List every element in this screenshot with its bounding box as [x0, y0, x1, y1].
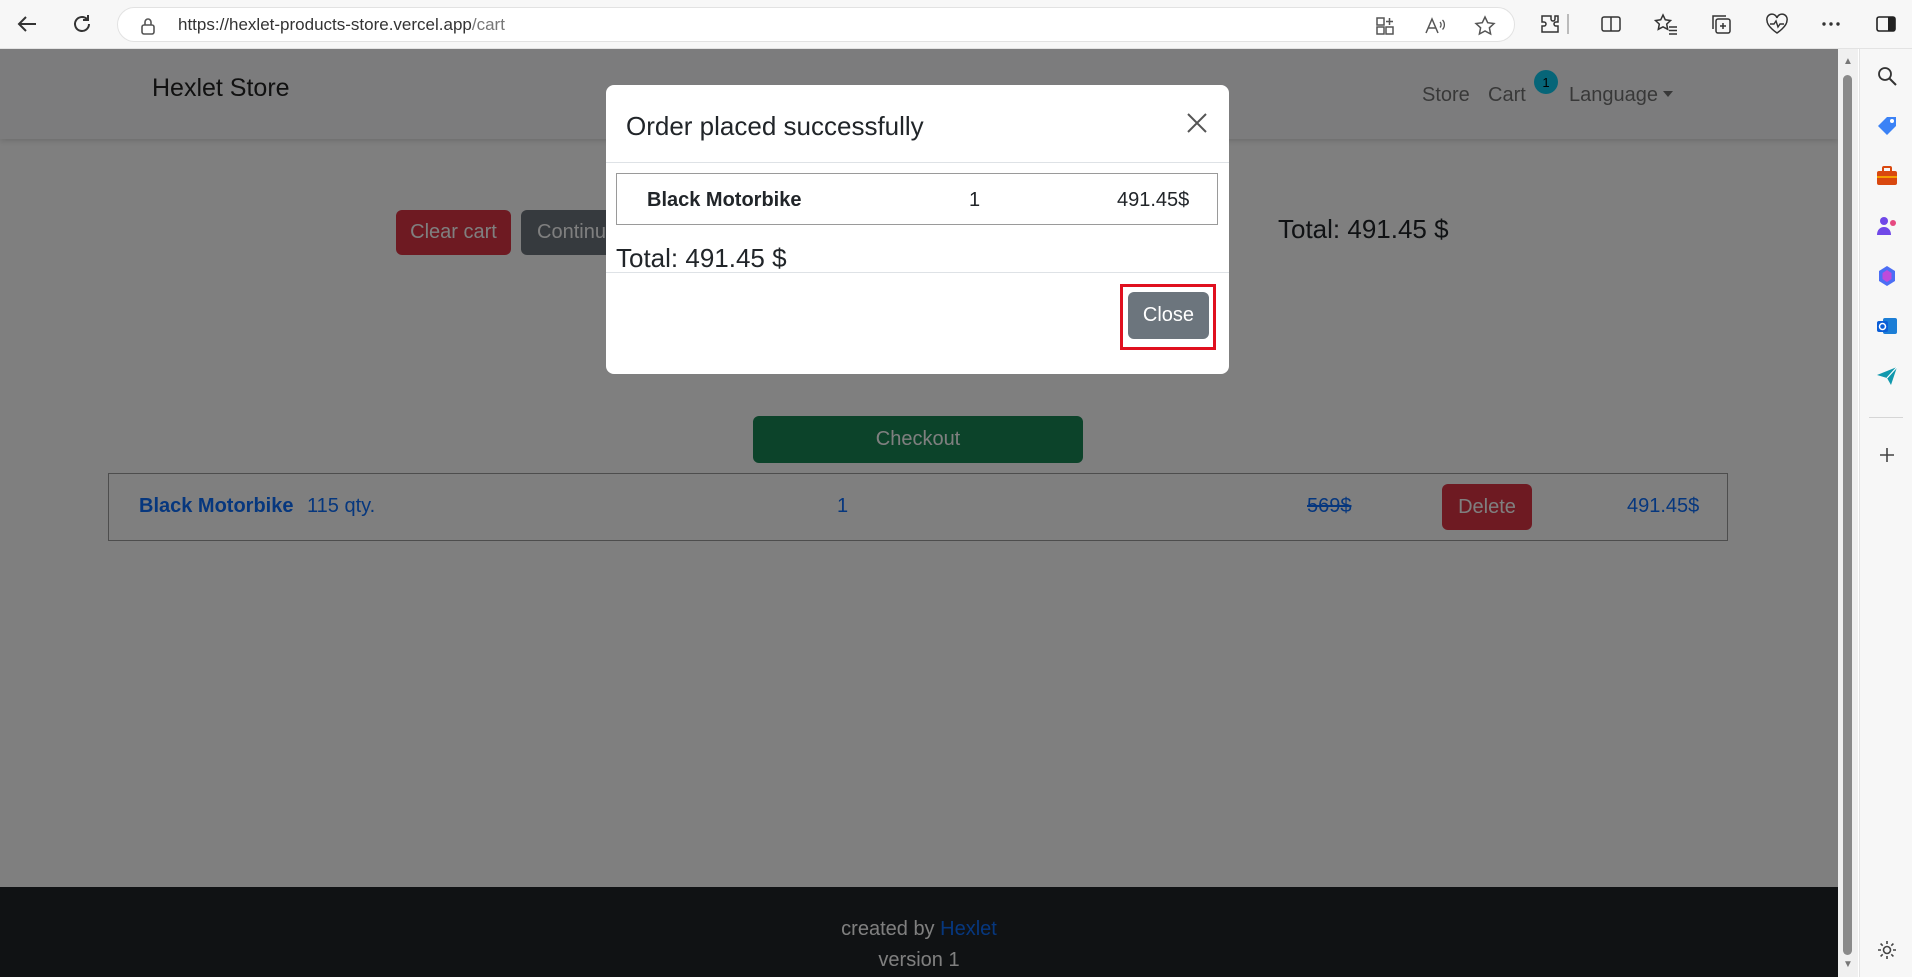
sidebar-toggle-icon[interactable] [1873, 11, 1899, 37]
app-available-icon[interactable] [1373, 14, 1397, 38]
read-aloud-icon[interactable] [1423, 14, 1447, 38]
scroll-down-arrow-icon[interactable]: ▼ [1843, 960, 1853, 970]
order-item-price: 491.45$ [1117, 189, 1190, 211]
toolbar-divider [1567, 14, 1569, 34]
more-menu-icon[interactable] [1818, 11, 1844, 37]
close-button[interactable]: Close [1128, 292, 1209, 339]
page-content: Hexlet Store Store Cart 1 Language Clear… [0, 49, 1838, 977]
extensions-icon[interactable] [1537, 11, 1563, 37]
search-icon[interactable] [1874, 63, 1900, 89]
favorite-star-icon[interactable] [1473, 14, 1497, 38]
order-item-name: Black Motorbike [647, 189, 802, 211]
order-item-row: Black Motorbike 1 491.45$ [616, 173, 1218, 225]
modal-total: Total: 491.45 $ [616, 243, 787, 273]
modal-header: Order placed successfully [606, 85, 1229, 163]
refresh-icon[interactable] [64, 8, 100, 40]
outlook-icon[interactable] [1874, 313, 1900, 339]
modal-footer: Close [606, 272, 1229, 374]
order-success-modal: Order placed successfully Black Motorbik… [606, 85, 1229, 374]
lock-icon [140, 17, 156, 40]
copilot-icon[interactable] [1874, 263, 1900, 289]
tools-briefcase-icon[interactable] [1874, 163, 1900, 189]
collections-icon[interactable] [1708, 11, 1734, 37]
close-icon[interactable] [1183, 109, 1211, 137]
address-bar[interactable]: https://hexlet-products-store.vercel.app… [117, 7, 1515, 42]
browser-toolbar: https://hexlet-products-store.vercel.app… [0, 0, 1912, 49]
games-icon[interactable] [1874, 213, 1900, 239]
url-host: https://hexlet-products-store.vercel.app [178, 15, 472, 34]
modal-body: Black Motorbike 1 491.45$ Total: 491.45 … [606, 163, 1229, 273]
split-screen-icon[interactable] [1598, 11, 1624, 37]
url-text: https://hexlet-products-store.vercel.app… [178, 15, 505, 35]
scroll-up-arrow-icon[interactable]: ▲ [1843, 57, 1853, 67]
favorites-icon[interactable] [1653, 11, 1679, 37]
back-icon[interactable] [9, 8, 45, 40]
modal-title: Order placed successfully [626, 111, 924, 141]
send-plane-icon[interactable] [1874, 363, 1900, 389]
order-item-quantity: 1 [969, 189, 981, 211]
page-scrollbar[interactable]: ▲ ▼ [1838, 49, 1858, 977]
shopping-tag-icon[interactable] [1874, 113, 1900, 139]
settings-gear-icon[interactable] [1874, 937, 1900, 963]
scroll-thumb[interactable] [1843, 75, 1852, 955]
browser-sidebar [1859, 49, 1912, 977]
url-path: /cart [471, 15, 505, 34]
sidebar-divider [1869, 417, 1903, 418]
browser-essentials-icon[interactable] [1764, 11, 1790, 37]
add-icon[interactable] [1874, 442, 1900, 468]
